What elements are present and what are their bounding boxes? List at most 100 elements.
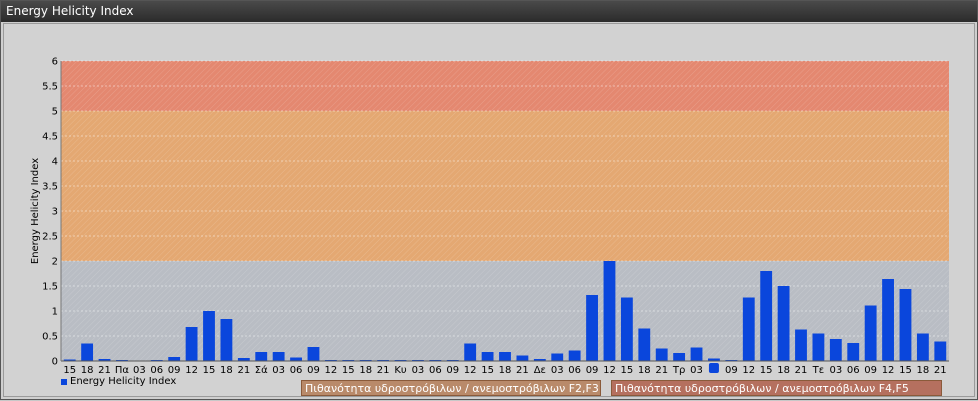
x-tick-label: 06 bbox=[150, 365, 163, 376]
y-tick-label: 2 bbox=[52, 257, 58, 268]
bar bbox=[603, 261, 616, 361]
x-tick-label: 03 bbox=[272, 365, 285, 376]
bar bbox=[568, 350, 581, 361]
y-tick-label: 5.5 bbox=[42, 82, 58, 93]
chart-legend: Energy Helicity Index bbox=[61, 376, 176, 387]
bar bbox=[882, 279, 894, 361]
band-label-f4f5: Πιθανότητα υδροστρόβιλων / ανεμοστρόβιλω… bbox=[611, 380, 942, 396]
y-tick-label: 1.5 bbox=[42, 282, 58, 293]
legend-label: Energy Helicity Index bbox=[70, 376, 177, 387]
bar bbox=[290, 357, 302, 361]
bar bbox=[690, 347, 703, 361]
bar bbox=[620, 297, 633, 361]
bar bbox=[638, 328, 651, 361]
x-tick-label: 21 bbox=[377, 365, 390, 376]
x-tick-label: 21 bbox=[98, 365, 111, 376]
bar bbox=[934, 341, 947, 361]
x-tick-label: 12 bbox=[603, 365, 616, 376]
x-tick-label: 18 bbox=[638, 365, 651, 376]
x-tick-label: 12 bbox=[185, 365, 198, 376]
x-tick-label: 03 bbox=[133, 365, 146, 376]
bar bbox=[742, 297, 755, 361]
bar bbox=[777, 286, 790, 361]
bar bbox=[168, 357, 181, 361]
x-tick-label: 15 bbox=[63, 365, 76, 376]
x-tick-label: 15 bbox=[203, 365, 216, 376]
x-tick-label: 06 bbox=[290, 365, 303, 376]
x-tick-label: 09 bbox=[725, 365, 738, 376]
x-tick-label: 21 bbox=[795, 365, 808, 376]
x-tick-label: 21 bbox=[655, 365, 668, 376]
x-tick-label: 18 bbox=[777, 365, 790, 376]
x-tick-label: 21 bbox=[516, 365, 529, 376]
bar bbox=[481, 352, 494, 361]
x-tick-label: 03 bbox=[829, 365, 842, 376]
y-axis-label: Energy Helicity Index bbox=[30, 158, 41, 264]
x-tick-label: 18 bbox=[499, 365, 512, 376]
x-tick-label: 06 bbox=[429, 365, 442, 376]
bar bbox=[516, 355, 529, 361]
y-tick-label: 5 bbox=[52, 107, 58, 118]
bar bbox=[673, 353, 686, 361]
x-tick-label: 18 bbox=[917, 365, 930, 376]
x-tick-label: Τε bbox=[812, 365, 825, 376]
y-tick-label: 2.5 bbox=[42, 232, 58, 243]
x-tick-marker bbox=[708, 363, 719, 373]
x-tick-label: 15 bbox=[760, 365, 773, 376]
bar bbox=[203, 311, 215, 361]
bar bbox=[899, 289, 912, 361]
bar bbox=[272, 352, 285, 361]
x-tick-label: 06 bbox=[847, 365, 860, 376]
y-tick-label: 0.5 bbox=[42, 332, 58, 343]
bar bbox=[499, 352, 511, 361]
bar bbox=[185, 327, 198, 361]
x-tick-label: 09 bbox=[307, 365, 320, 376]
x-tick-label: 12 bbox=[325, 365, 338, 376]
bar bbox=[760, 271, 773, 361]
x-tick-label: Πα bbox=[115, 365, 130, 376]
x-tick-label: 03 bbox=[690, 365, 703, 376]
bar bbox=[307, 347, 320, 361]
bar bbox=[847, 343, 860, 361]
bar bbox=[551, 353, 564, 361]
bar bbox=[795, 329, 807, 361]
bar bbox=[586, 295, 598, 361]
y-tick-label: 3.5 bbox=[42, 182, 58, 193]
x-tick-label: 15 bbox=[481, 365, 494, 376]
chart-window: Energy Helicity Index 0 0.5 1 1.5 2 2.5 3 3.5 4 4… bbox=[0, 0, 978, 400]
x-tick-label: 09 bbox=[446, 365, 459, 376]
x-tick-label: 15 bbox=[899, 365, 912, 376]
bar bbox=[255, 352, 268, 361]
x-tick-label: 18 bbox=[359, 365, 372, 376]
x-tick-label: Τρ bbox=[672, 365, 685, 376]
x-tick-label: 15 bbox=[621, 365, 634, 376]
x-tick-label: 09 bbox=[864, 365, 877, 376]
x-tick-label: 03 bbox=[551, 365, 564, 376]
x-tick-label: 18 bbox=[220, 365, 233, 376]
x-tick-label: 06 bbox=[568, 365, 581, 376]
y-tick-label: 0 bbox=[52, 357, 58, 368]
legend-swatch bbox=[61, 378, 67, 385]
x-tick-label: 09 bbox=[168, 365, 181, 376]
x-tick-label: 15 bbox=[342, 365, 355, 376]
x-axis-ticks: 15 18 21 Πα 03 06 09 12 15 18 21 Σά 03 06 09 12 15 18 21 Κυ… bbox=[63, 363, 947, 376]
ehi-bar-chart: 00.511.522.533.544.555.56 15 18 21 Πα 03 06 09… bbox=[30, 57, 949, 376]
bar bbox=[829, 339, 842, 361]
x-tick-label: 12 bbox=[742, 365, 755, 376]
x-tick-label: 09 bbox=[586, 365, 599, 376]
y-axis-ticks: 0 0.5 1 1.5 2 2.5 3 3.5 4 4.5 5 5.5 6 bbox=[42, 57, 58, 368]
band-label-f2f3: Πιθανότητα υδροστρόβιλων / ανεμοστρόβιλω… bbox=[301, 380, 601, 396]
bar bbox=[81, 343, 94, 361]
x-tick-label: 12 bbox=[882, 365, 895, 376]
y-tick-label: 3 bbox=[52, 207, 58, 218]
y-tick-label: 6 bbox=[52, 57, 58, 68]
y-tick-label: 4 bbox=[52, 157, 58, 168]
bar bbox=[655, 348, 668, 361]
y-tick-label: 4.5 bbox=[42, 132, 58, 143]
x-tick-label: 18 bbox=[81, 365, 94, 376]
bar bbox=[916, 333, 929, 361]
bar bbox=[220, 319, 233, 361]
bar bbox=[864, 305, 877, 361]
y-tick-label: 1 bbox=[52, 307, 58, 318]
x-tick-label: 12 bbox=[464, 365, 477, 376]
